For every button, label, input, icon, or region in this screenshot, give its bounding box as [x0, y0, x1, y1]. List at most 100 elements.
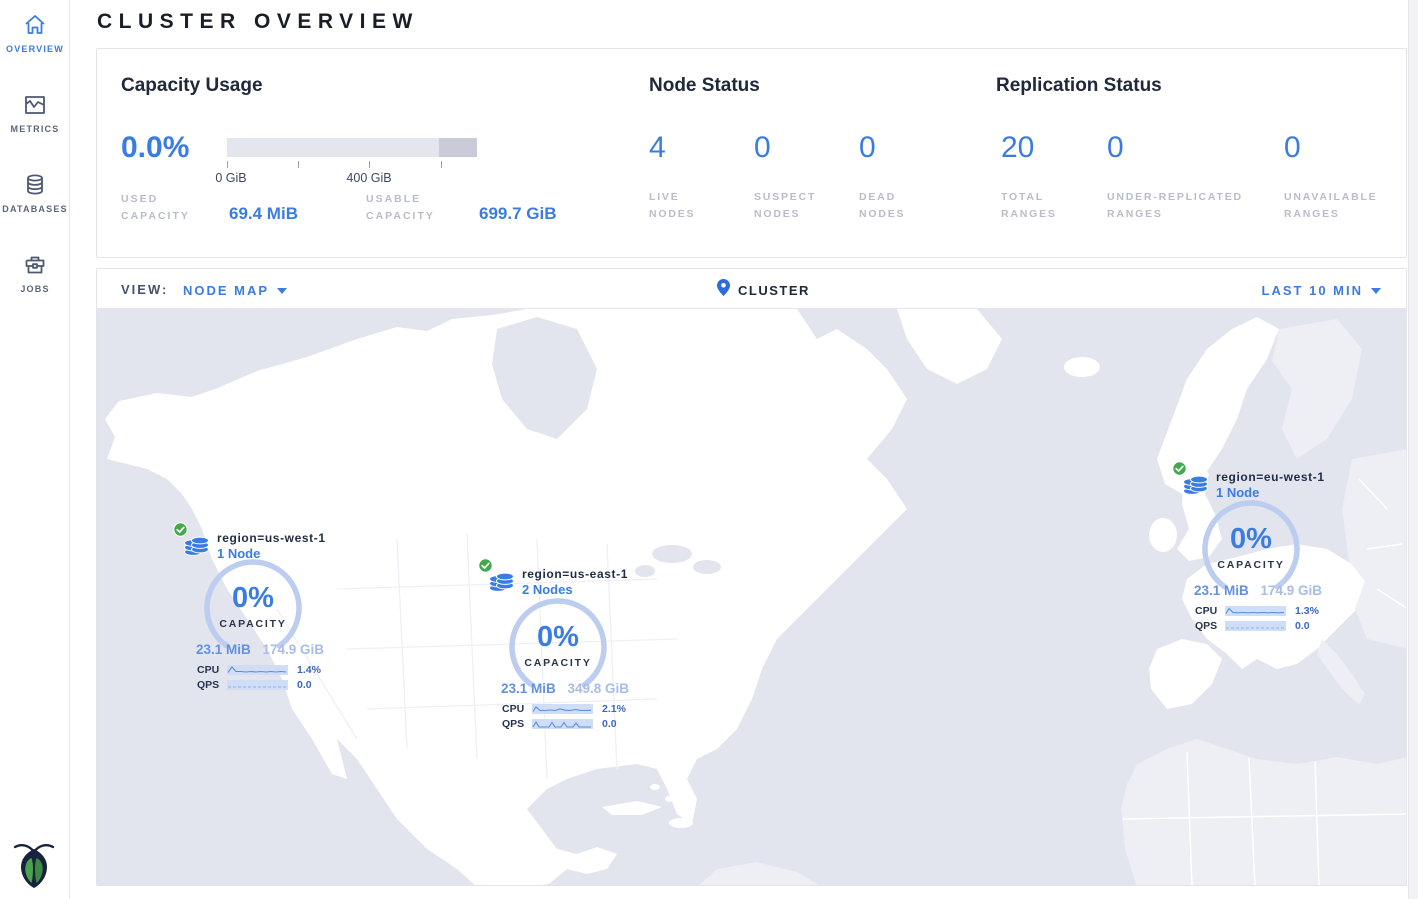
briefcase-icon [22, 252, 48, 278]
time-range-selector[interactable]: LAST 10 MIN [1262, 282, 1381, 298]
cpu-value: 2.1% [602, 703, 626, 715]
total-ranges-stat: 20 TOTAL RANGES [1001, 131, 1101, 165]
capacity-total: 174.9 GiB [262, 642, 324, 657]
sidebar: OVERVIEW METRICS DATABASES [0, 0, 70, 899]
under-replicated-ranges-stat: 0 UNDER-REPLICATED RANGES [1107, 131, 1277, 165]
qps-sparkline [1225, 621, 1286, 631]
axis-tick [441, 161, 442, 168]
qps-value: 0.0 [297, 679, 312, 691]
home-icon [22, 12, 48, 38]
used-capacity-value: 69.4 MiB [229, 204, 298, 224]
qps-stat-row: QPS 0.0 [502, 718, 617, 730]
capacity-bar-reserved-segment [439, 138, 477, 157]
under-replicated-ranges-label: UNDER-REPLICATED RANGES [1107, 189, 1267, 223]
region-name: region=us-west-1 [217, 531, 326, 545]
cpu-stat-row: CPU 1.3% [1195, 605, 1319, 617]
node-stack-icon [488, 569, 515, 595]
database-icon [22, 172, 48, 198]
sidebar-item-label: JOBS [0, 284, 70, 294]
capacity-range-values: 23.1 MiB 174.9 GiB [196, 642, 324, 657]
suspect-nodes-label: SUSPECT NODES [754, 189, 834, 223]
sidebar-item-label: METRICS [0, 124, 70, 134]
qps-value: 0.0 [1295, 620, 1310, 632]
qps-label: QPS [1195, 620, 1225, 632]
chevron-down-icon [1371, 282, 1381, 297]
breadcrumb-cluster: CLUSTER [738, 283, 810, 298]
cpu-sparkline [227, 665, 288, 675]
metrics-chart-icon [22, 92, 48, 118]
axis-tick [227, 161, 228, 168]
chevron-down-icon [277, 282, 287, 297]
live-nodes-value: 4 [649, 131, 749, 165]
cpu-sparkline [1225, 606, 1286, 616]
qps-sparkline [532, 719, 593, 729]
capacity-used: 23.1 MiB [1194, 583, 1249, 598]
capacity-percent: 0% [201, 582, 305, 615]
cpu-stat-row: CPU 1.4% [197, 664, 321, 676]
map-toolbar: VIEW: NODE MAP CLUSTER LAST 10 MIN [97, 269, 1406, 309]
used-capacity-label: USED CAPACITY [121, 191, 211, 225]
capacity-used: 23.1 MiB [196, 642, 251, 657]
cpu-stat-row: CPU 2.1% [502, 703, 626, 715]
view-selector-value: NODE MAP [183, 283, 269, 298]
qps-stat-row: QPS 0.0 [1195, 620, 1310, 632]
cpu-label: CPU [197, 664, 227, 676]
qps-label: QPS [197, 679, 227, 691]
live-nodes-label: LIVE NODES [649, 189, 721, 223]
capacity-total: 174.9 GiB [1260, 583, 1322, 598]
dead-nodes-value: 0 [859, 131, 959, 165]
under-replicated-ranges-value: 0 [1107, 131, 1277, 165]
usable-capacity-value: 699.7 GiB [479, 204, 557, 224]
time-range-value: LAST 10 MIN [1262, 283, 1363, 298]
cockroachdb-logo [12, 839, 56, 889]
unavailable-ranges-label: UNAVAILABLE RANGES [1284, 189, 1394, 223]
region-name: region=eu-west-1 [1216, 470, 1325, 484]
axis-tick-label: 0 GiB [215, 171, 246, 185]
usable-capacity-label: USABLE CAPACITY [366, 191, 456, 225]
view-label: VIEW: [121, 282, 168, 297]
region-name: region=us-east-1 [522, 567, 628, 581]
cpu-value: 1.3% [1295, 605, 1319, 617]
total-ranges-label: TOTAL RANGES [1001, 189, 1071, 223]
sidebar-item-databases[interactable]: DATABASES [0, 172, 70, 214]
node-stack-icon [1182, 472, 1209, 498]
breadcrumb[interactable]: CLUSTER [717, 279, 810, 301]
page-title: CLUSTER OVERVIEW [97, 10, 419, 34]
capacity-range-values: 23.1 MiB 174.9 GiB [1194, 583, 1322, 598]
qps-sparkline [227, 680, 288, 690]
sidebar-item-jobs[interactable]: JOBS [0, 252, 70, 294]
capacity-gauge-label: CAPACITY [201, 618, 305, 630]
capacity-used-percent: 0.0% [121, 131, 189, 165]
total-ranges-value: 20 [1001, 131, 1101, 165]
sidebar-item-overview[interactable]: OVERVIEW [0, 12, 70, 54]
cpu-label: CPU [1195, 605, 1225, 617]
map-pin-icon [717, 279, 730, 301]
cpu-value: 1.4% [297, 664, 321, 676]
world-map[interactable]: region=us-west-1 1 Node 0% CAPACITY 23.1… [97, 309, 1407, 886]
axis-tick [298, 161, 299, 168]
axis-tick [369, 161, 370, 168]
sidebar-item-metrics[interactable]: METRICS [0, 92, 70, 134]
qps-label: QPS [502, 718, 532, 730]
live-nodes-stat: 4 LIVE NODES [649, 131, 749, 165]
cluster-summary-card: Capacity Usage 0.0% 0 GiB 400 GiB USED C… [96, 48, 1407, 258]
node-map-card: VIEW: NODE MAP CLUSTER LAST 10 MIN [96, 268, 1407, 886]
capacity-total: 349.8 GiB [567, 681, 629, 696]
node-status-title: Node Status [649, 75, 760, 97]
capacity-bar [227, 138, 477, 157]
cpu-label: CPU [502, 703, 532, 715]
cpu-sparkline [532, 704, 593, 714]
capacity-usage-title: Capacity Usage [121, 75, 263, 97]
sidebar-item-label: DATABASES [0, 204, 70, 214]
scrollbar[interactable] [1408, 0, 1418, 899]
capacity-used: 23.1 MiB [501, 681, 556, 696]
dead-nodes-stat: 0 DEAD NODES [859, 131, 959, 165]
replication-status-title: Replication Status [996, 75, 1162, 97]
capacity-gauge-label: CAPACITY [1199, 559, 1303, 571]
dead-nodes-label: DEAD NODES [859, 189, 919, 223]
capacity-range-values: 23.1 MiB 349.8 GiB [501, 681, 629, 696]
qps-stat-row: QPS 0.0 [197, 679, 312, 691]
capacity-gauge-label: CAPACITY [506, 657, 610, 669]
axis-tick-label: 400 GiB [346, 171, 391, 185]
view-selector[interactable]: NODE MAP [183, 282, 287, 298]
